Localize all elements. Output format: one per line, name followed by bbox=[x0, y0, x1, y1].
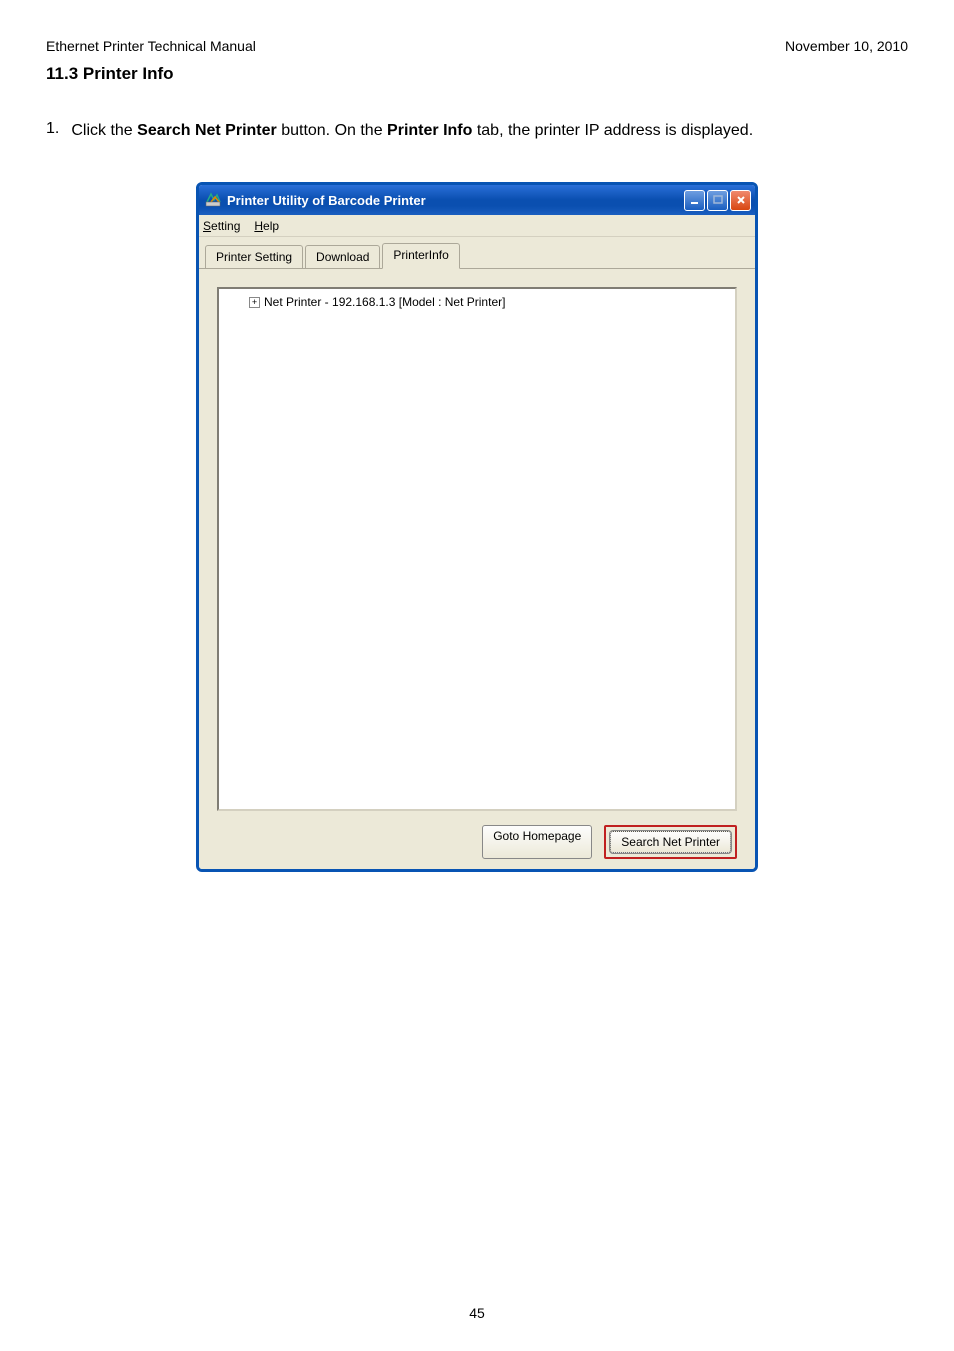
tab-printer-setting[interactable]: Printer Setting bbox=[205, 245, 303, 268]
tab-download[interactable]: Download bbox=[305, 245, 380, 268]
tree-item-net-printer[interactable]: + Net Printer - 192.168.1.3 [Model : Net… bbox=[249, 293, 729, 311]
tab-printerinfo[interactable]: PrinterInfo bbox=[382, 243, 459, 269]
search-net-printer-button[interactable]: Search Net Printer bbox=[610, 831, 731, 853]
goto-homepage-button[interactable]: Goto Homepage bbox=[482, 825, 592, 859]
window-title: Printer Utility of Barcode Printer bbox=[227, 193, 426, 208]
tab-content: + Net Printer - 192.168.1.3 [Model : Net… bbox=[199, 269, 755, 869]
printer-tree-view[interactable]: + Net Printer - 192.168.1.3 [Model : Net… bbox=[217, 287, 737, 811]
section-heading: 11.3 Printer Info bbox=[0, 54, 954, 84]
tabbar: Printer Setting Download PrinterInfo bbox=[199, 237, 755, 269]
minimize-button[interactable] bbox=[684, 190, 705, 211]
close-button[interactable] bbox=[730, 190, 751, 211]
menubar: Setting Help bbox=[199, 215, 755, 237]
app-icon bbox=[205, 192, 221, 208]
bold-text-1: Search Net Printer bbox=[137, 122, 277, 139]
instruction-text: Click the Search Net Printer button. On … bbox=[71, 120, 753, 142]
search-net-printer-highlight: Search Net Printer bbox=[604, 825, 737, 859]
instruction-number: 1. bbox=[46, 120, 59, 142]
doc-title-left: Ethernet Printer Technical Manual bbox=[46, 38, 256, 54]
menu-help[interactable]: Help bbox=[254, 219, 279, 233]
titlebar[interactable]: Printer Utility of Barcode Printer bbox=[199, 185, 755, 215]
tree-item-label: Net Printer - 192.168.1.3 [Model : Net P… bbox=[264, 295, 505, 309]
tree-expand-icon[interactable]: + bbox=[249, 297, 260, 308]
bold-text-2: Printer Info bbox=[387, 122, 472, 139]
menu-setting[interactable]: Setting bbox=[203, 219, 240, 233]
page-number: 45 bbox=[0, 1305, 954, 1321]
maximize-button bbox=[707, 190, 728, 211]
app-window: Printer Utility of Barcode Printer Setti… bbox=[196, 182, 758, 872]
doc-date-right: November 10, 2010 bbox=[785, 38, 908, 54]
instruction-list-item: 1. Click the Search Net Printer button. … bbox=[0, 84, 954, 142]
